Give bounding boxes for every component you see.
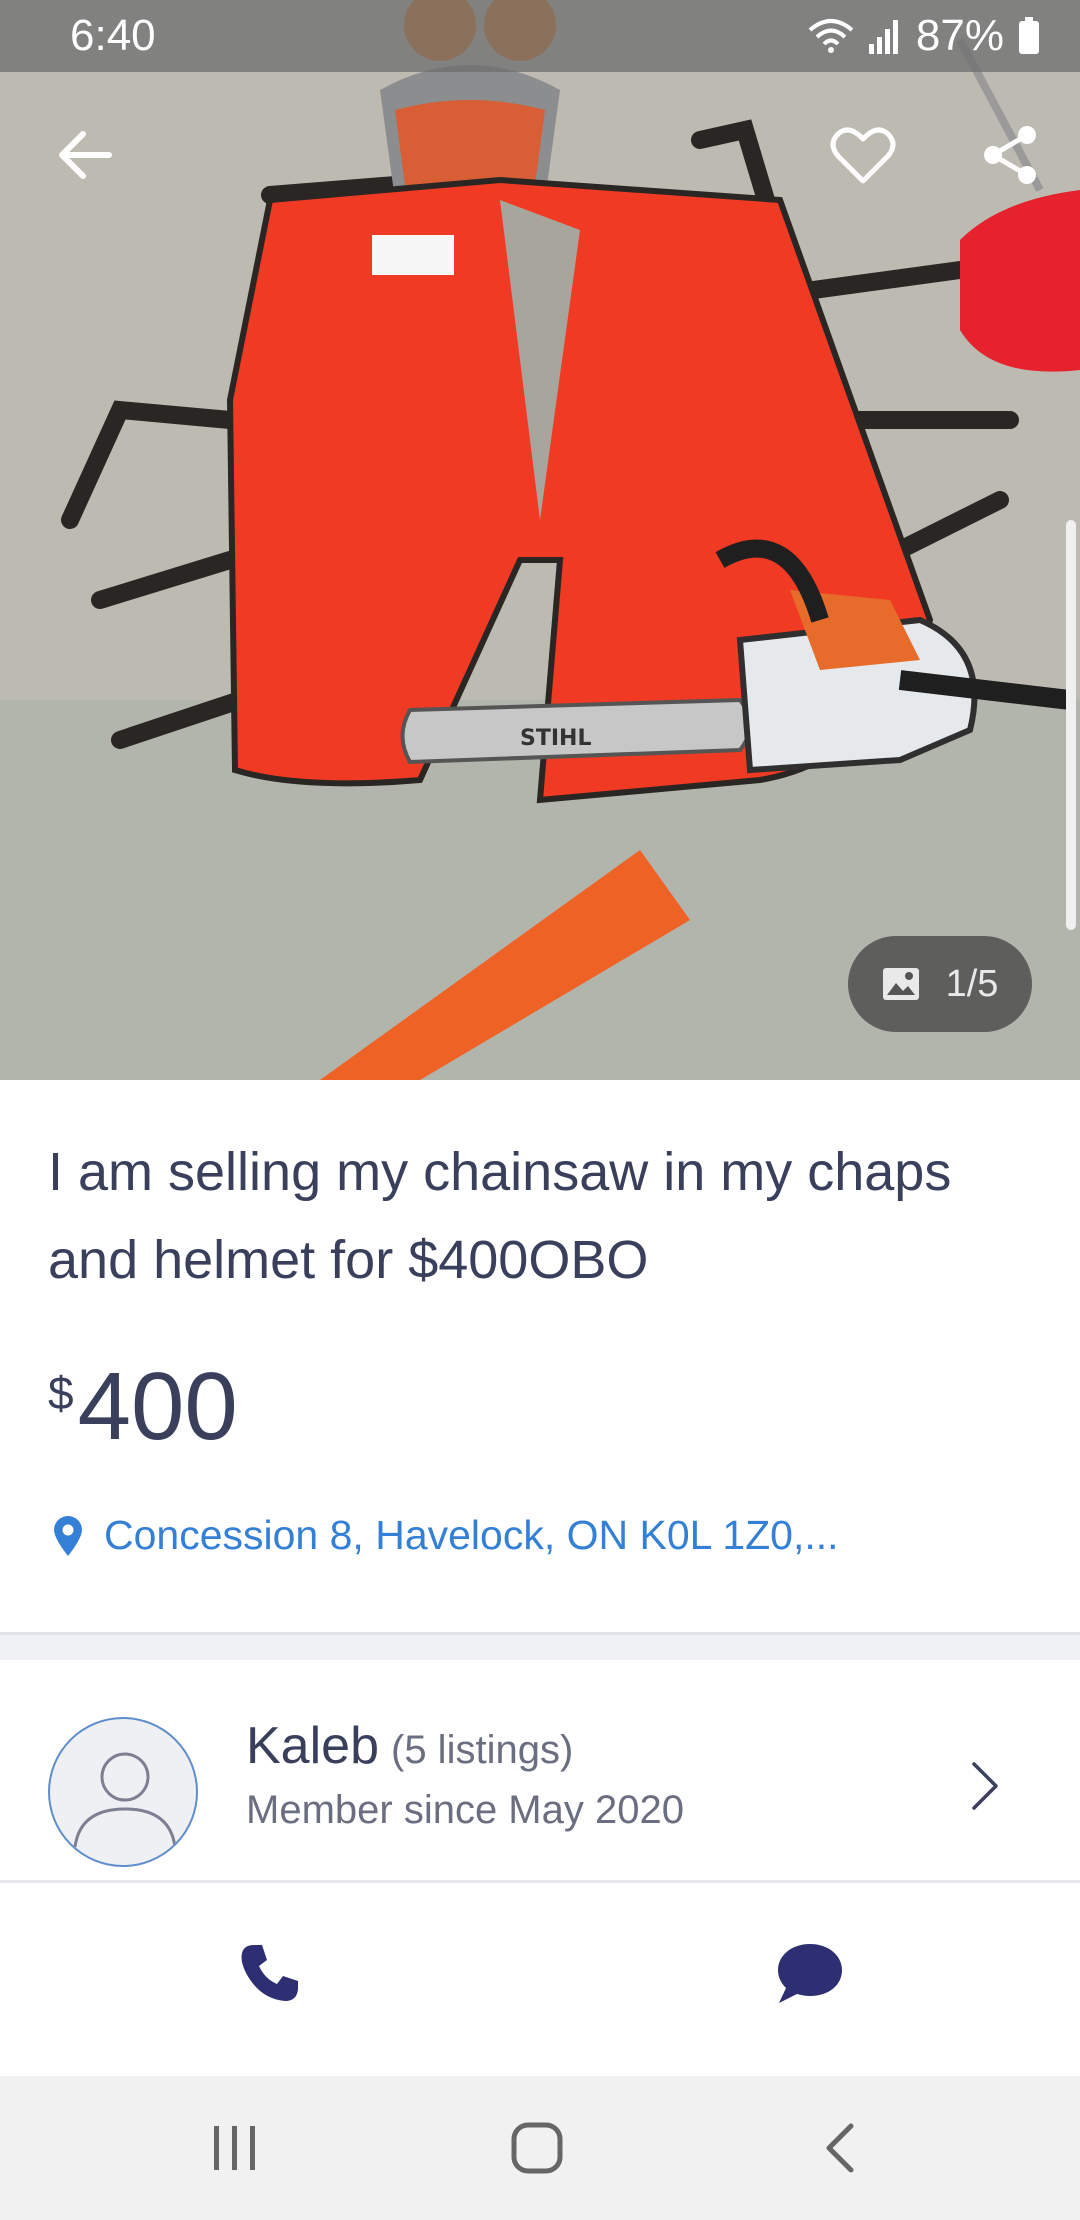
svg-text:STIHL: STIHL [520,726,591,751]
chat-button[interactable] [760,1923,860,2023]
listing-price: $ 400 [48,1348,238,1466]
battery-percent: 87% [915,11,1004,60]
location-link[interactable]: Concession 8, Havelock, ON K0L 1Z0,... [52,1512,839,1559]
home-icon [511,2122,563,2174]
share-icon [984,126,1036,184]
back-arrow-icon [59,131,112,179]
listing-title: I am selling my chainsaw in my chaps and… [48,1142,952,1290]
system-back-button[interactable] [785,2108,895,2188]
photo-scroll-indicator [1066,520,1076,930]
seller-name-row: Kaleb (5 listings) [246,1716,573,1776]
seller-avatar [48,1717,198,1867]
section-divider [0,1632,1080,1660]
person-icon [73,1752,177,1848]
signal-icon [868,20,898,54]
recents-icon [214,2126,255,2170]
seller-name: Kaleb [246,1717,379,1775]
location-text: Concession 8, Havelock, ON K0L 1Z0,... [104,1512,839,1558]
home-button[interactable] [482,2108,592,2188]
share-button[interactable] [955,100,1065,210]
favorite-button[interactable] [808,100,918,210]
location-pin-icon [54,1515,82,1556]
status-time: 6:40 [70,11,156,60]
price-amount: 400 [77,1353,238,1460]
chat-icon [778,1944,842,2003]
photo-counter-button[interactable]: 1/5 [848,936,1032,1032]
chevron-right-icon [972,1762,998,1810]
image-icon [882,968,919,1000]
heart-icon [830,127,896,184]
system-nav-bar [0,2076,1080,2220]
status-icons: 87% [808,11,1040,61]
wifi-icon [808,19,854,53]
photo-counter: 1/5 [945,962,999,1005]
back-icon [826,2123,854,2173]
battery-icon [1019,17,1039,54]
listing-photo[interactable]: STIHL [0,0,1080,1080]
seller-listing-count: (5 listings) [391,1728,574,1772]
recents-button[interactable] [180,2108,290,2188]
back-button[interactable] [30,100,140,210]
status-bar: 6:40 87% [0,0,1080,72]
contact-action-bar [0,1883,1080,2076]
seller-row[interactable]: Kaleb (5 listings) Member since May 2020 [0,1660,1080,1880]
phone-icon [241,1945,298,2001]
seller-member-since: Member since May 2020 [246,1788,684,1832]
price-currency: $ [48,1367,74,1419]
listing-photo-image: STIHL [0,0,1080,1080]
call-button[interactable] [220,1923,320,2023]
